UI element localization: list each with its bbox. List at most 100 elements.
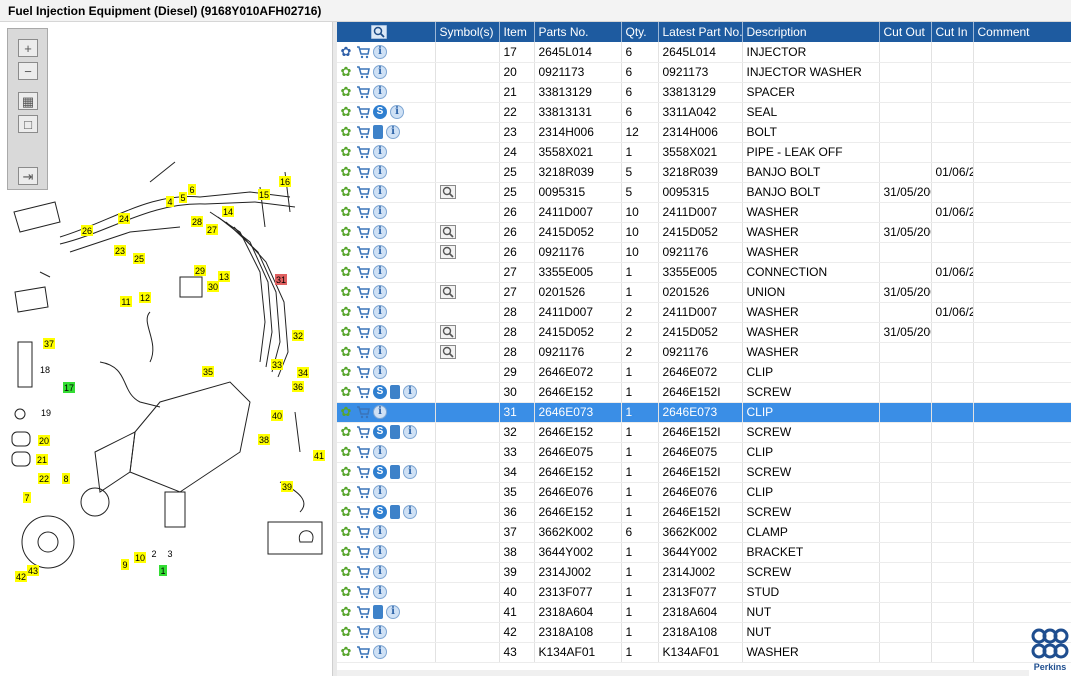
gear-icon[interactable]: ✿ <box>339 525 353 539</box>
table-row[interactable]: ✿ i 28 2411D007 2 2411D007 WASHER 01/06/2 <box>337 302 1071 323</box>
callout-43[interactable]: 43 <box>27 565 39 576</box>
cart-icon[interactable] <box>356 565 370 579</box>
cart-icon[interactable] <box>356 125 370 139</box>
info-icon[interactable]: i <box>373 365 387 380</box>
row-actions[interactable]: ✿ i <box>337 622 436 643</box>
callout-19[interactable]: 19 <box>40 407 52 418</box>
callout-25[interactable]: 25 <box>133 253 145 264</box>
callout-14[interactable]: 14 <box>222 206 234 217</box>
exploded-diagram[interactable]: 4 5616151424 28272623252913301211313233343… <box>0 22 333 676</box>
info-icon[interactable]: i <box>373 85 387 100</box>
callout-36[interactable]: 36 <box>292 381 304 392</box>
callout-39[interactable]: 39 <box>281 481 293 492</box>
table-row[interactable]: ✿ Si 32 2646E152 1 2646E152I SCREW <box>337 422 1071 443</box>
callout-20[interactable]: 20 <box>38 435 50 446</box>
table-row[interactable]: ✿ i 37 3662K002 6 3662K002 CLAMP <box>337 522 1071 543</box>
table-row[interactable]: ✿ i 40 2313F077 1 2313F077 STUD <box>337 582 1071 603</box>
callout-31[interactable]: 31 <box>275 274 287 285</box>
service-icon[interactable]: S <box>373 425 387 440</box>
magnifier-icon[interactable] <box>439 245 456 260</box>
gear-icon[interactable]: ✿ <box>339 85 353 99</box>
table-row[interactable]: ✿ i 25 3218R039 5 3218R039 BANJO BOLT 01/06/2 <box>337 162 1071 183</box>
callout-26[interactable]: 26 <box>81 225 93 236</box>
gear-icon[interactable]: ✿ <box>339 345 353 359</box>
cart-icon[interactable] <box>356 45 370 59</box>
gear-icon[interactable]: ✿ <box>339 305 353 319</box>
callout-41[interactable]: 41 <box>313 450 325 461</box>
table-row[interactable]: ✿ i 38 3644Y002 1 3644Y002 BRACKET <box>337 542 1071 563</box>
book-icon[interactable] <box>373 125 383 140</box>
book-icon[interactable] <box>373 605 383 620</box>
gear-icon[interactable]: ✿ <box>339 485 353 499</box>
table-row[interactable]: ✿i262415D052102415D052WASHER31/05/200 <box>337 222 1071 243</box>
info-icon[interactable]: i <box>373 405 387 420</box>
cart-icon[interactable] <box>356 205 370 219</box>
callout-22[interactable]: 22 <box>38 473 50 484</box>
gear-icon[interactable]: ✿ <box>339 385 353 399</box>
row-actions[interactable]: ✿ i <box>337 62 436 83</box>
table-row[interactable]: ✿ Si 36 2646E152 1 2646E152I SCREW <box>337 502 1071 523</box>
callout-29[interactable]: 29 <box>194 265 206 276</box>
gear-icon[interactable]: ✿ <box>339 445 353 459</box>
table-row[interactable]: ✿ i 28 0921176 2 0921176 WASHER <box>337 342 1071 363</box>
row-actions[interactable]: ✿ i <box>337 82 436 103</box>
callout-3[interactable]: 3 <box>166 548 174 559</box>
cart-icon[interactable] <box>356 285 370 299</box>
table-row[interactable]: ✿ i 21 33813129 6 33813129 SPACER <box>337 82 1071 103</box>
horizontal-scrollbar[interactable] <box>337 670 1029 676</box>
col-header-cut-out[interactable]: Cut Out <box>879 22 932 42</box>
table-row[interactable]: ✿ i 33 2646E075 1 2646E075 CLIP <box>337 442 1071 463</box>
callout-34[interactable]: 34 <box>297 367 309 378</box>
callout-4[interactable]: 4 <box>166 196 174 207</box>
row-actions[interactable]: ✿ i <box>337 582 436 603</box>
table-row[interactable]: ✿ i 24 3558X021 1 3558X021 PIPE - LEAK OFF <box>337 142 1071 163</box>
callout-27[interactable]: 27 <box>206 224 218 235</box>
symbol-cell[interactable] <box>435 282 500 303</box>
info-icon[interactable]: i <box>403 505 417 520</box>
gear-icon[interactable]: ✿ <box>339 545 353 559</box>
gear-icon[interactable]: ✿ <box>339 225 353 239</box>
gear-icon[interactable]: ✿ <box>339 425 353 439</box>
info-icon[interactable]: i <box>373 325 387 340</box>
book-icon[interactable] <box>390 425 400 440</box>
info-icon[interactable]: i <box>373 165 387 180</box>
gear-icon[interactable]: ✿ <box>339 365 353 379</box>
gear-icon[interactable]: ✿ <box>339 585 353 599</box>
col-header-actions[interactable] <box>337 22 436 42</box>
row-actions[interactable]: ✿ i <box>337 242 436 263</box>
callout-10[interactable]: 10 <box>134 552 146 563</box>
cart-icon[interactable] <box>356 265 370 279</box>
cart-icon[interactable] <box>356 645 370 659</box>
symbol-cell[interactable] <box>435 182 500 203</box>
info-icon[interactable]: i <box>386 125 400 140</box>
cart-icon[interactable] <box>356 165 370 179</box>
info-icon[interactable]: i <box>373 645 387 660</box>
info-icon[interactable]: i <box>373 225 387 240</box>
row-actions[interactable]: ✿ i <box>337 322 436 343</box>
row-actions[interactable]: ✿ i <box>337 222 436 243</box>
info-icon[interactable]: i <box>373 245 387 260</box>
row-actions[interactable]: ✿ i <box>337 342 436 363</box>
gear-icon[interactable]: ✿ <box>339 185 353 199</box>
symbol-cell[interactable] <box>435 322 500 343</box>
callout-9[interactable]: 9 <box>121 559 129 570</box>
gear-icon[interactable]: ✿ <box>339 245 353 259</box>
cart-icon[interactable] <box>356 485 370 499</box>
row-actions[interactable]: ✿ i <box>337 262 436 283</box>
row-actions[interactable]: ✿ i <box>337 562 436 583</box>
cart-icon[interactable] <box>356 385 370 399</box>
magnifier-icon[interactable] <box>439 345 456 360</box>
info-icon[interactable]: i <box>373 65 387 80</box>
gear-icon[interactable]: ✿ <box>339 565 353 579</box>
callout-8[interactable]: 8 <box>62 473 70 484</box>
gear-icon[interactable]: ✿ <box>339 625 353 639</box>
info-icon[interactable]: i <box>373 185 387 200</box>
cart-icon[interactable] <box>356 305 370 319</box>
cart-icon[interactable] <box>356 505 370 519</box>
callout-15[interactable]: 15 <box>258 189 270 200</box>
info-icon[interactable]: i <box>403 385 417 400</box>
book-icon[interactable] <box>390 465 400 480</box>
table-row[interactable]: ✿ Si 22 33813131 6 3311A042 SEAL <box>337 102 1071 123</box>
callout-12[interactable]: 12 <box>139 292 151 303</box>
info-icon[interactable]: i <box>373 445 387 460</box>
